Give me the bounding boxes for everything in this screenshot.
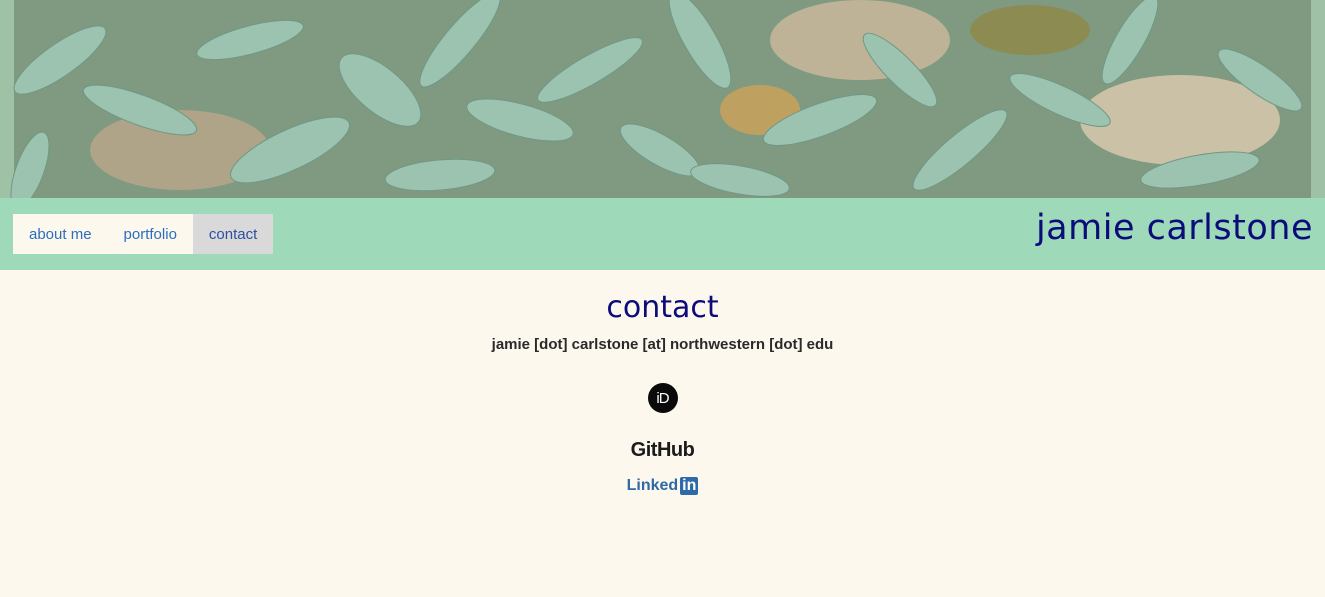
- nav-link-about-me[interactable]: about me: [13, 214, 108, 254]
- main-content: contact jamie [dot] carlstone [at] north…: [0, 290, 1325, 495]
- plant-leaves-photo: [0, 0, 1325, 198]
- site-title: jamie carlstone: [1035, 208, 1313, 248]
- social-links: iD GitHub Linked in: [0, 353, 1325, 495]
- github-logo-link[interactable]: GitHub: [631, 439, 695, 462]
- contact-email: jamie [dot] carlstone [at] northwestern …: [491, 336, 834, 353]
- orcid-label: iD: [656, 389, 669, 407]
- main-nav: about me portfolio contact: [13, 214, 274, 254]
- navigation-bar: about me portfolio contact jamie carlsto…: [0, 198, 1325, 270]
- header-banner-image: [0, 0, 1325, 198]
- linkedin-logo-link[interactable]: Linked in: [627, 477, 699, 495]
- github-logo: GitHub: [630, 439, 695, 461]
- orcid-icon[interactable]: iD: [647, 383, 678, 413]
- linkedin-logo-text: Linked: [626, 477, 679, 494]
- nav-link-contact[interactable]: contact: [192, 214, 274, 254]
- nav-link-portfolio[interactable]: portfolio: [108, 214, 193, 254]
- page-title: contact: [606, 290, 719, 325]
- linkedin-logo-box: in: [680, 477, 699, 495]
